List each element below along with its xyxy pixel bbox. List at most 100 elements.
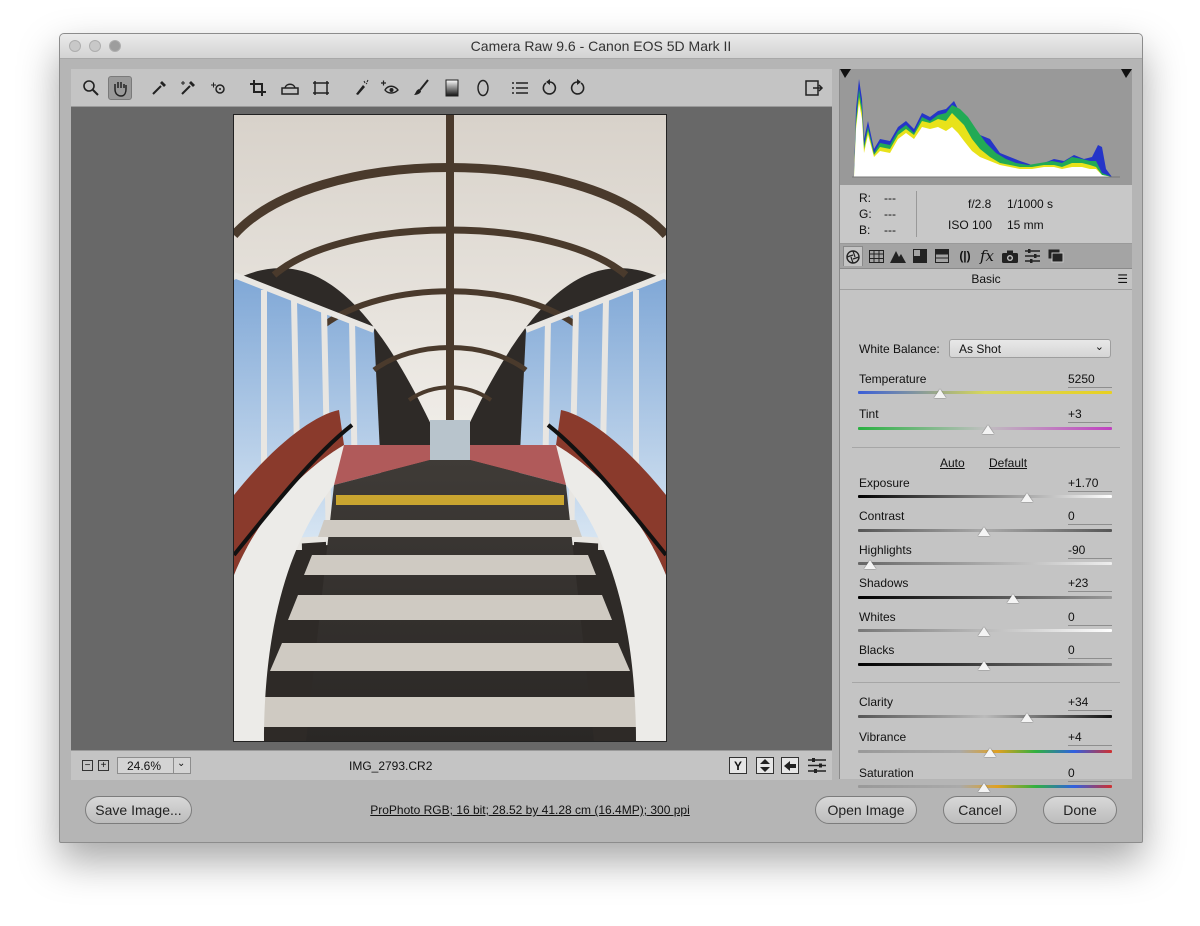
r-label: R: bbox=[859, 191, 871, 205]
save-image-button[interactable]: Save Image... bbox=[85, 796, 192, 824]
blacks-slider-thumb[interactable] bbox=[978, 661, 990, 670]
divider bbox=[852, 447, 1120, 448]
image-preview-area[interactable] bbox=[71, 107, 832, 750]
copy-settings-icon[interactable] bbox=[781, 757, 799, 774]
shutter-speed-value: 1/1000 s bbox=[1007, 197, 1054, 211]
contrast-slider-thumb[interactable] bbox=[978, 527, 990, 536]
zoom-in-button[interactable]: + bbox=[98, 760, 109, 771]
spot-removal-tool-icon[interactable] bbox=[349, 76, 373, 100]
tab-effects-icon[interactable]: fx bbox=[977, 246, 997, 266]
highlights-value[interactable]: -90 bbox=[1068, 543, 1112, 559]
shadows-value[interactable]: +23 bbox=[1068, 576, 1112, 592]
crop-tool-icon[interactable] bbox=[247, 76, 271, 100]
tab-lens-corrections-icon[interactable]: (|) bbox=[955, 246, 975, 266]
temperature-label: Temperature bbox=[859, 372, 927, 386]
exposure-slider[interactable] bbox=[858, 495, 1112, 498]
blacks-label: Blacks bbox=[859, 643, 895, 657]
histogram bbox=[840, 69, 1132, 185]
tab-split-toning-icon[interactable] bbox=[932, 246, 952, 266]
tab-camera-calibration-icon[interactable] bbox=[1000, 246, 1020, 266]
transform-tool-icon[interactable] bbox=[309, 76, 333, 100]
white-balance-value: As Shot bbox=[959, 342, 1002, 356]
vibrance-label: Vibrance bbox=[859, 730, 907, 744]
contrast-value[interactable]: 0 bbox=[1068, 509, 1112, 525]
highlight-clipping-warning-icon bbox=[1121, 69, 1132, 78]
color-sampler-tool-icon[interactable] bbox=[176, 76, 200, 100]
zoom-out-button[interactable]: − bbox=[82, 760, 93, 771]
temperature-slider[interactable] bbox=[858, 391, 1112, 394]
swap-before-after-icon[interactable] bbox=[756, 757, 774, 774]
white-balance-select[interactable]: As Shot ⌄ bbox=[949, 339, 1111, 358]
rotate-left-icon[interactable] bbox=[538, 76, 562, 100]
title-bar: Camera Raw 9.6 - Canon EOS 5D Mark II bbox=[60, 34, 1142, 59]
targeted-adjustment-tool-icon[interactable] bbox=[207, 76, 231, 100]
preferences-icon[interactable] bbox=[508, 76, 532, 100]
tab-basic-aperture-icon[interactable] bbox=[843, 246, 863, 266]
tab-snapshots-icon[interactable] bbox=[1046, 246, 1066, 266]
tab-detail-icon[interactable] bbox=[888, 246, 908, 266]
photo-preview[interactable] bbox=[233, 114, 667, 742]
tint-slider-thumb[interactable] bbox=[982, 425, 994, 434]
auto-link[interactable]: Auto bbox=[940, 456, 965, 470]
temperature-slider-thumb[interactable] bbox=[934, 389, 946, 398]
zoom-tool-icon[interactable] bbox=[79, 76, 103, 100]
chevron-down-icon: ⌄ bbox=[177, 758, 186, 769]
before-after-toggle-button[interactable]: Y bbox=[729, 757, 747, 774]
cancel-button[interactable]: Cancel bbox=[943, 796, 1017, 824]
status-bar: − + 24.6% ⌄ IMG_2793.CR2 Y bbox=[71, 750, 832, 780]
vibrance-value[interactable]: +4 bbox=[1068, 730, 1112, 746]
clarity-slider[interactable] bbox=[858, 715, 1112, 718]
saturation-value[interactable]: 0 bbox=[1068, 766, 1112, 782]
hand-tool-icon[interactable] bbox=[108, 76, 132, 100]
whites-label: Whites bbox=[859, 610, 896, 624]
saturation-slider-thumb[interactable] bbox=[978, 783, 990, 792]
shadows-slider[interactable] bbox=[858, 596, 1112, 599]
fullscreen-toggle-icon[interactable] bbox=[802, 76, 826, 100]
exposure-slider-thumb[interactable] bbox=[1021, 493, 1033, 502]
white-balance-label: White Balance: bbox=[859, 342, 940, 356]
highlights-slider-thumb[interactable] bbox=[864, 560, 876, 569]
panel-menu-icon[interactable]: ☰ bbox=[1117, 269, 1128, 289]
white-balance-tool-icon[interactable] bbox=[147, 76, 171, 100]
zoom-level-select[interactable]: 24.6% ⌄ bbox=[117, 757, 191, 774]
clarity-slider-thumb[interactable] bbox=[1021, 713, 1033, 722]
toggle-settings-icon[interactable] bbox=[808, 758, 826, 778]
saturation-label: Saturation bbox=[859, 766, 914, 780]
clarity-label: Clarity bbox=[859, 695, 894, 709]
shadows-label: Shadows bbox=[859, 576, 909, 590]
done-button[interactable]: Done bbox=[1043, 796, 1117, 824]
red-eye-removal-tool-icon[interactable] bbox=[378, 76, 402, 100]
vibrance-slider-thumb[interactable] bbox=[984, 748, 996, 757]
default-link[interactable]: Default bbox=[989, 456, 1027, 470]
window-title: Camera Raw 9.6 - Canon EOS 5D Mark II bbox=[470, 38, 732, 54]
tab-tone-curve-icon[interactable] bbox=[866, 246, 886, 266]
panel-tabs: (|) fx bbox=[840, 244, 1132, 269]
tint-label: Tint bbox=[859, 407, 879, 421]
chevron-down-icon: ⌄ bbox=[1094, 341, 1104, 353]
right-panel: R: --- G: --- B: --- f/2.8 1/1000 s ISO … bbox=[839, 69, 1132, 792]
shadow-clipping-warning-icon bbox=[840, 69, 851, 78]
tint-value[interactable]: +3 bbox=[1068, 407, 1112, 423]
workflow-options-link[interactable]: ProPhoto RGB; 16 bit; 28.52 by 41.28 cm … bbox=[260, 803, 800, 817]
open-image-button[interactable]: Open Image bbox=[815, 796, 917, 824]
whites-value[interactable]: 0 bbox=[1068, 610, 1112, 626]
contrast-label: Contrast bbox=[859, 509, 905, 523]
highlights-slider[interactable] bbox=[858, 562, 1112, 565]
toolbar bbox=[71, 69, 832, 107]
adjustment-brush-icon[interactable] bbox=[409, 76, 433, 100]
whites-slider-thumb[interactable] bbox=[978, 627, 990, 636]
blacks-value[interactable]: 0 bbox=[1068, 643, 1112, 659]
temperature-value[interactable]: 5250 bbox=[1068, 372, 1112, 388]
graduated-filter-icon[interactable] bbox=[440, 76, 464, 100]
tab-presets-icon[interactable] bbox=[1022, 246, 1042, 266]
radial-filter-icon[interactable] bbox=[471, 76, 495, 100]
tab-hsl-icon[interactable] bbox=[910, 246, 930, 266]
b-label: B: bbox=[859, 223, 871, 237]
straighten-tool-icon[interactable] bbox=[278, 76, 302, 100]
g-value: --- bbox=[884, 207, 896, 221]
shadows-slider-thumb[interactable] bbox=[1007, 594, 1019, 603]
exposure-value[interactable]: +1.70 bbox=[1068, 476, 1112, 492]
focal-length-value: 15 mm bbox=[1007, 218, 1044, 232]
clarity-value[interactable]: +34 bbox=[1068, 695, 1112, 711]
rotate-right-icon[interactable] bbox=[565, 76, 589, 100]
